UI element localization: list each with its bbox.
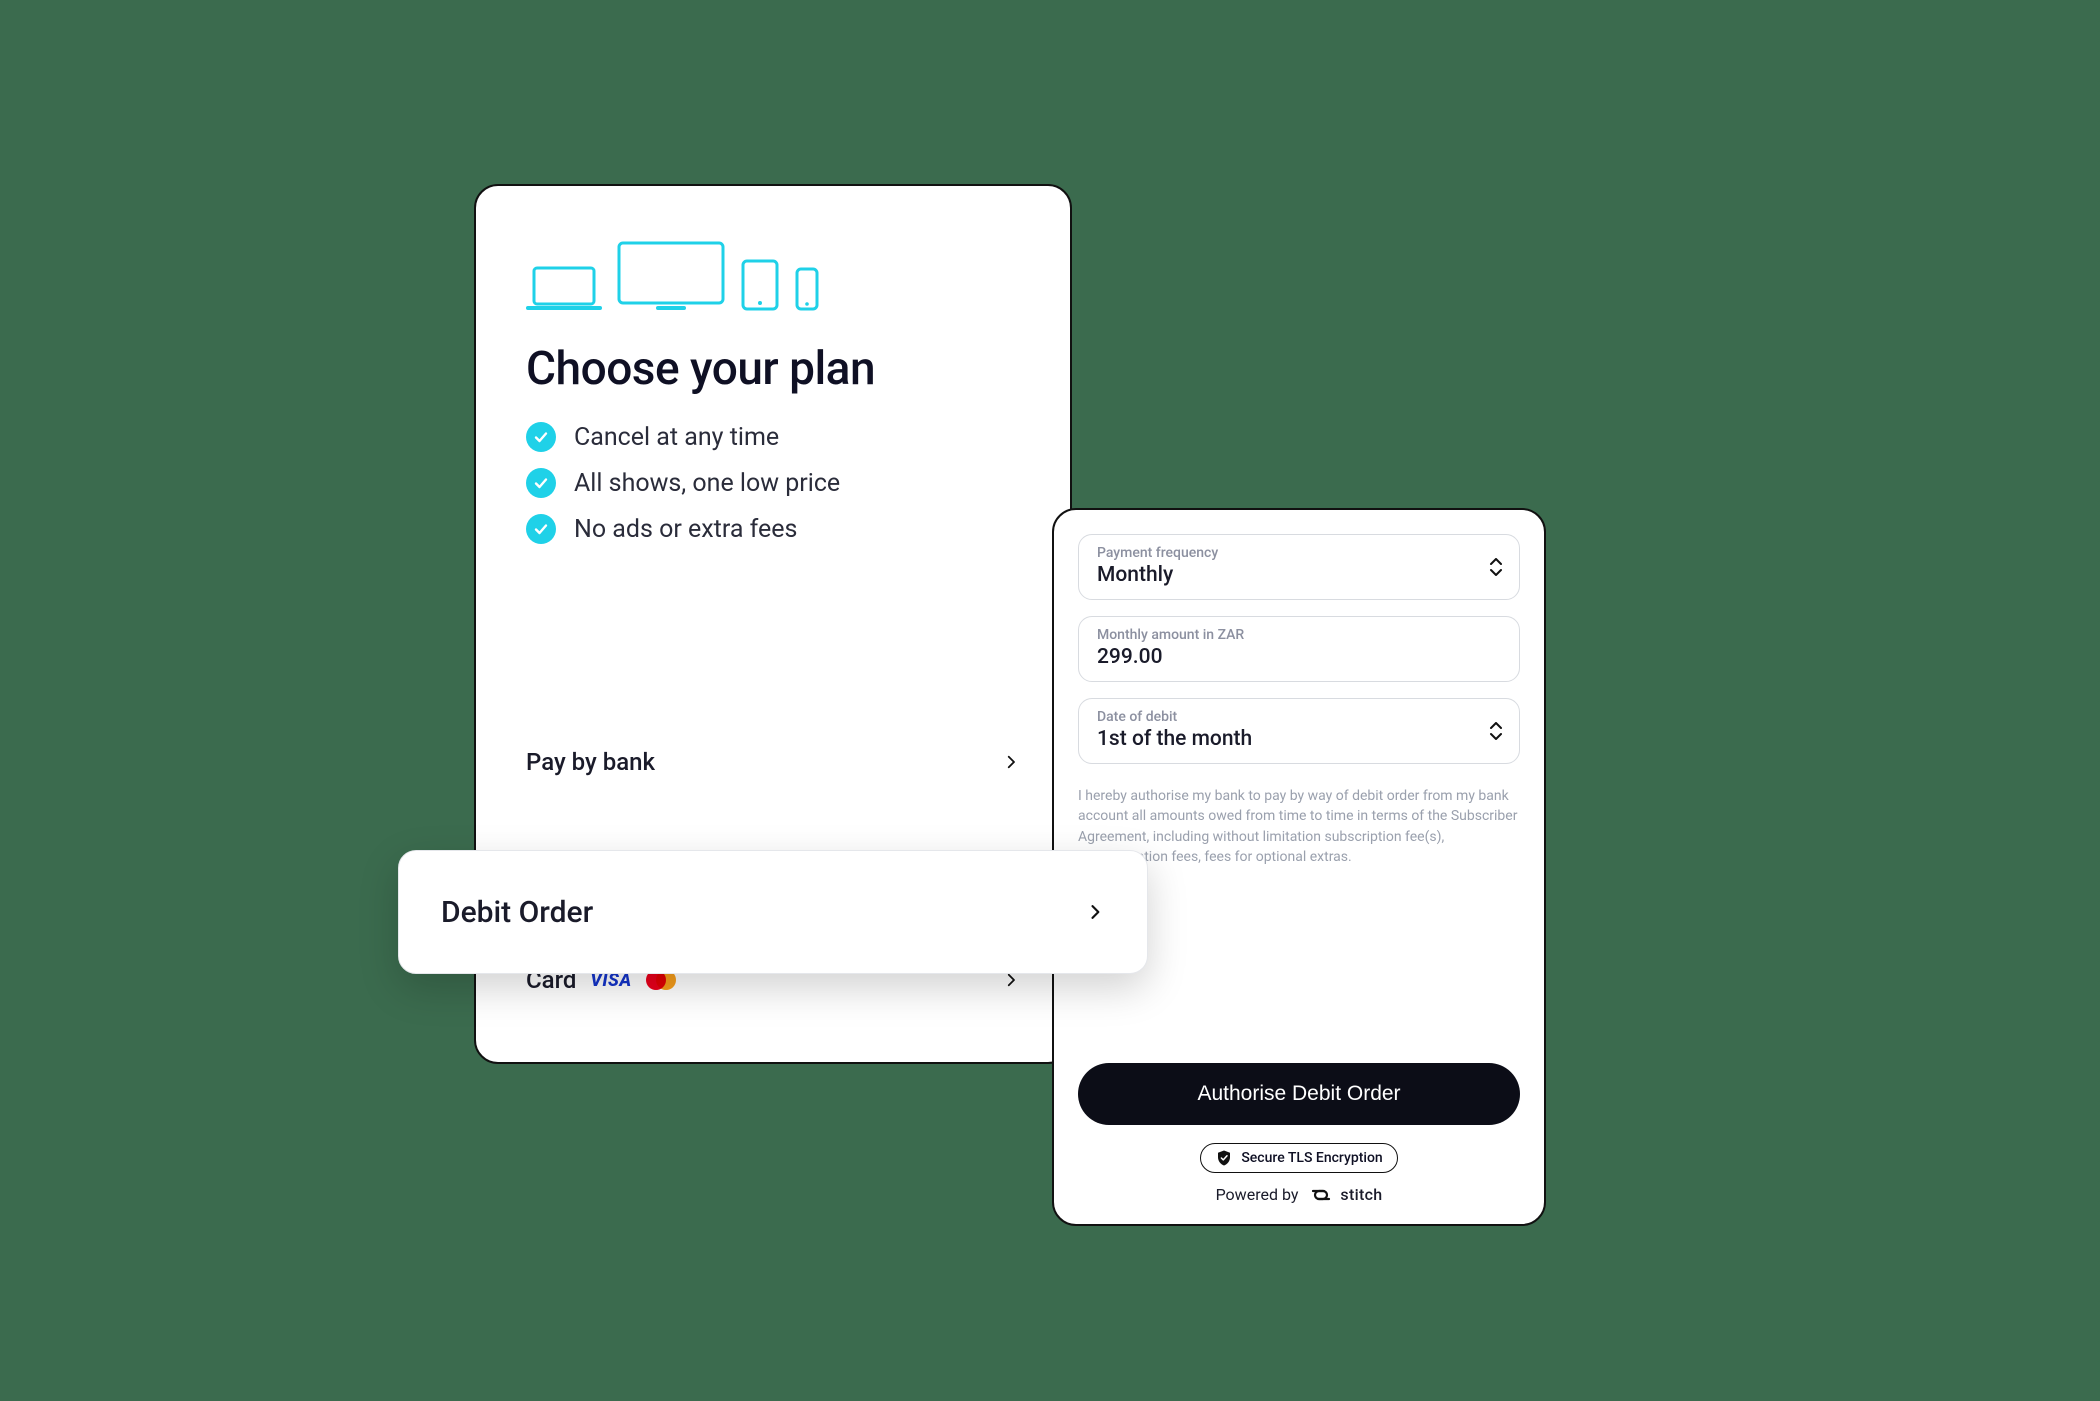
benefit-label: Cancel at any time [574,423,779,452]
check-icon [526,514,556,544]
field-value: 299.00 [1097,645,1501,669]
field-label: Monthly amount in ZAR [1097,627,1501,643]
stepper-arrows-icon[interactable] [1489,558,1503,576]
powered-by-footer: Powered by stitch [1216,1185,1383,1204]
laptop-icon [526,264,602,312]
date-of-debit-select[interactable]: Date of debit 1st of the month [1078,698,1520,764]
plan-title: Choose your plan [526,342,1020,396]
chevron-right-icon [1002,753,1020,771]
chevron-right-icon [1085,902,1105,922]
benefits-list: Cancel at any time All shows, one low pr… [526,422,1020,544]
benefit-label: All shows, one low price [574,469,840,498]
stepper-arrows-icon[interactable] [1489,722,1503,740]
phone-icon [794,266,820,312]
secure-label: Secure TLS Encryption [1241,1150,1382,1166]
monthly-amount-field[interactable]: Monthly amount in ZAR 299.00 [1078,616,1520,682]
debit-order-label: Debit Order [441,895,593,930]
check-icon [526,422,556,452]
field-value: Monthly [1097,563,1501,587]
debit-order-option[interactable]: Debit Order [398,850,1148,974]
benefit-item: No ads or extra fees [526,514,1020,544]
check-icon [526,468,556,498]
pay-by-bank-option[interactable]: Pay by bank [476,720,1070,804]
pay-by-bank-label: Pay by bank [526,748,655,776]
stitch-logo-icon: stitch [1308,1185,1382,1204]
tablet-icon [740,258,780,312]
authorisation-legal-text: I hereby authorise my bank to pay by way… [1078,786,1520,867]
powered-by-prefix: Powered by [1216,1185,1299,1204]
field-label: Date of debit [1097,709,1501,725]
field-label: Payment frequency [1097,545,1501,561]
benefit-item: Cancel at any time [526,422,1020,452]
payment-frequency-select[interactable]: Payment frequency Monthly [1078,534,1520,600]
device-icons-row [526,240,1020,312]
secure-encryption-badge: Secure TLS Encryption [1200,1143,1397,1173]
authorise-debit-order-button[interactable]: Authorise Debit Order [1078,1063,1520,1125]
tv-icon [616,240,726,312]
benefit-item: All shows, one low price [526,468,1020,498]
stitch-brand-label: stitch [1340,1185,1382,1204]
shield-check-icon [1215,1149,1233,1167]
benefit-label: No ads or extra fees [574,515,797,544]
field-value: 1st of the month [1097,727,1501,751]
